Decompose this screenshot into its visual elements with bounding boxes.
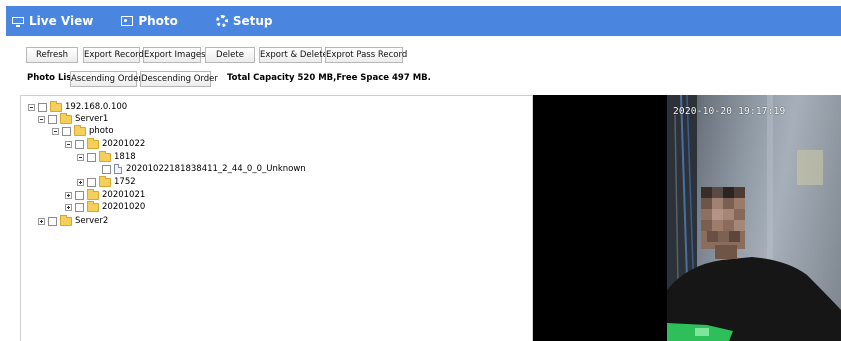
export-record-button[interactable]: Export Record: [83, 47, 144, 63]
refresh-button[interactable]: Refresh: [26, 47, 78, 63]
tree-checkbox[interactable]: [75, 190, 84, 200]
tree-checkbox[interactable]: [87, 177, 96, 187]
tree-node-1818[interactable]: 1818: [77, 150, 136, 163]
tree-checkbox[interactable]: [75, 139, 84, 149]
gear-icon: [215, 15, 228, 27]
photo-list-label: Photo List: [27, 73, 76, 83]
tree-node-label: Server1: [75, 114, 109, 124]
file-icon: [114, 164, 122, 174]
folder-icon: [60, 112, 72, 124]
descending-order-button[interactable]: Descending Order: [140, 71, 218, 87]
captured-photo-preview: 2020-10-20 19:17:19: [667, 95, 841, 341]
folder-icon: [74, 124, 86, 136]
tree-node-1752[interactable]: 1752: [77, 175, 136, 188]
nav-live-view[interactable]: Live View: [12, 6, 93, 36]
tree-checkbox[interactable]: [48, 216, 57, 226]
tree-node-server1[interactable]: Server1: [38, 112, 109, 125]
nav-setup[interactable]: Setup: [215, 6, 273, 36]
tree-node-label: 20201022: [102, 139, 146, 149]
expand-icon[interactable]: [65, 191, 72, 199]
nav-setup-label: Setup: [232, 14, 273, 28]
tree-node-file[interactable]: 20201022181838411_2_44_0_0_Unknown: [102, 163, 306, 175]
folder-icon: [99, 150, 111, 162]
tree-checkbox[interactable]: [87, 152, 96, 162]
tree-node-label: 20201021: [102, 190, 146, 200]
collapse-icon[interactable]: [77, 153, 84, 161]
tree-node-label: photo: [89, 126, 114, 136]
tree-node-20201022[interactable]: 20201022: [65, 137, 146, 150]
collapse-icon[interactable]: [38, 115, 45, 123]
expand-icon[interactable]: [77, 178, 84, 186]
tree-node-root[interactable]: 192.168.0.100: [28, 100, 128, 113]
top-nav-bar: Live View Photo Setup: [6, 6, 841, 36]
tree-node-label: Server2: [75, 216, 109, 226]
folder-icon: [60, 214, 72, 226]
capacity-info: Total Capacity 520 MB,Free Space 497 MB.: [227, 73, 431, 83]
tree-node-label: 20201020: [102, 202, 146, 212]
export-images-button[interactable]: Export Images: [143, 47, 206, 63]
tree-checkbox[interactable]: [62, 126, 71, 136]
nav-live-view-label: Live View: [29, 14, 94, 28]
expand-icon[interactable]: [65, 203, 72, 211]
expand-icon[interactable]: [38, 217, 45, 225]
tree-node-label: 192.168.0.100: [65, 102, 128, 112]
collapse-icon[interactable]: [52, 127, 59, 135]
tree-checkbox[interactable]: [75, 202, 84, 212]
tree-node-photo[interactable]: photo: [52, 124, 114, 137]
tree-checkbox[interactable]: [102, 164, 111, 174]
folder-icon: [87, 200, 99, 212]
tree-node-label: 1818: [114, 152, 136, 162]
tree-node-20201021[interactable]: 20201021: [65, 188, 146, 201]
tree-node-server2[interactable]: Server2: [38, 214, 109, 227]
folder-icon: [99, 175, 111, 187]
preview-letterbox: [533, 95, 667, 341]
ascending-order-button[interactable]: Ascending Order: [70, 71, 142, 87]
folder-icon: [50, 100, 62, 112]
collapse-icon[interactable]: [28, 103, 35, 111]
tree-node-label: 1752: [114, 177, 136, 187]
nav-photo[interactable]: Photo: [121, 6, 178, 36]
photo-timestamp: 2020-10-20 19:17:19: [673, 106, 786, 117]
photo-icon: [121, 16, 134, 26]
monitor-icon: [12, 16, 24, 27]
folder-icon: [87, 188, 99, 200]
export-pass-record-button[interactable]: Exprot Pass Record: [325, 47, 407, 63]
delete-button[interactable]: Delete: [205, 47, 255, 63]
tree-checkbox[interactable]: [38, 102, 47, 112]
tree-node-label: 20201022181838411_2_44_0_0_Unknown: [126, 164, 306, 174]
tree-checkbox[interactable]: [48, 114, 57, 124]
folder-icon: [87, 137, 99, 149]
export-delete-button[interactable]: Export & Delete: [259, 47, 328, 63]
nav-photo-label: Photo: [138, 14, 178, 28]
tree-node-20201020[interactable]: 20201020: [65, 200, 146, 213]
collapse-icon[interactable]: [65, 140, 72, 148]
photo-tree-panel[interactable]: 192.168.0.100 Server1 photo 20201022 181…: [20, 95, 533, 341]
captured-photo-image: [667, 95, 841, 341]
